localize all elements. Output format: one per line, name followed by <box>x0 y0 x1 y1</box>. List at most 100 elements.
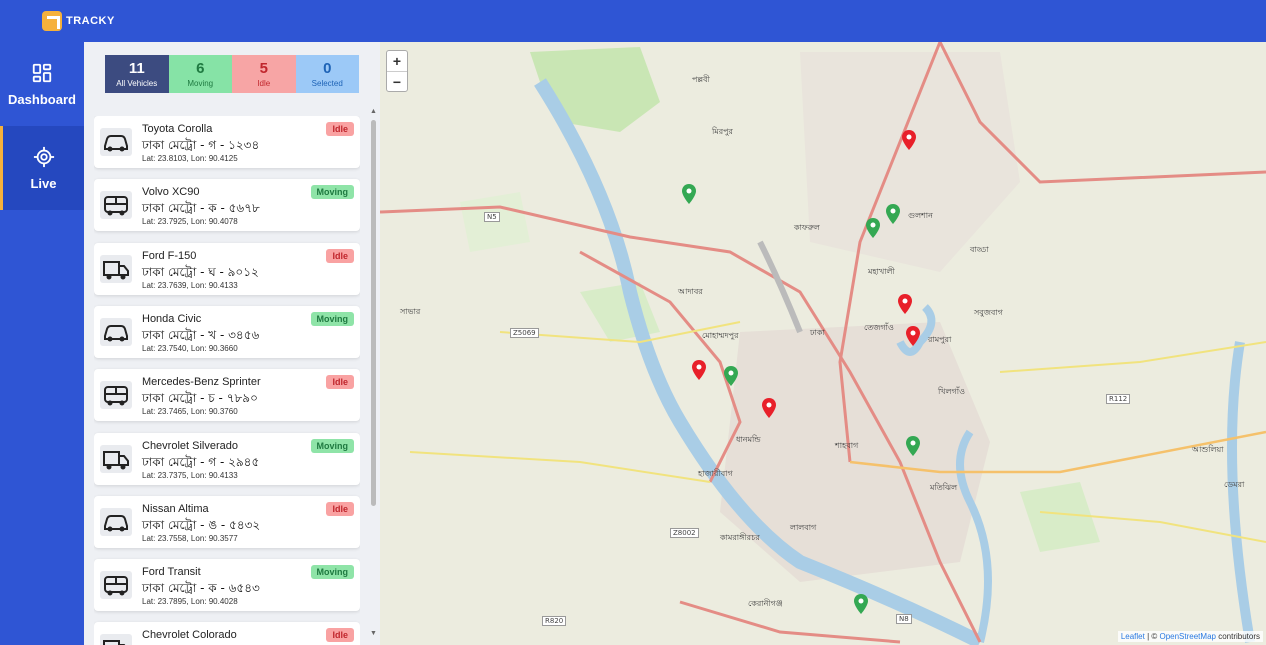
zoom-control: + − <box>386 50 408 92</box>
map-label: মতিঝিল <box>930 483 958 492</box>
map-pin-icon <box>902 130 916 150</box>
filter-idle[interactable]: 5 Idle <box>232 55 296 93</box>
map-pin-icon <box>886 204 900 224</box>
map-label: কামরাঙ্গীরচর <box>720 533 760 542</box>
stat-value: 0 <box>323 59 332 77</box>
vehicle-marker-idle[interactable] <box>906 326 920 346</box>
map-label: হাজারীবাগ <box>698 469 733 478</box>
stat-value: 11 <box>128 59 145 77</box>
zoom-in-button[interactable]: + <box>387 51 407 71</box>
zoom-out-button[interactable]: − <box>387 71 407 91</box>
vehicle-coordinates: Lat: 23.8103, Lon: 90.4125 <box>142 154 238 163</box>
map-label: গুলশান <box>908 211 933 220</box>
vehicle-marker-moving[interactable] <box>866 218 880 238</box>
vehicle-marker-idle[interactable] <box>902 130 916 150</box>
vehicle-coordinates: Lat: 23.7465, Lon: 90.3760 <box>142 407 238 417</box>
vehicle-coordinates: Lat: 23.7375, Lon: 90.4133 <box>142 470 238 480</box>
osm-link[interactable]: OpenStreetMap <box>1159 632 1215 641</box>
vehicle-coordinates: Lat: 23.7925, Lon: 90.4078 <box>142 217 238 227</box>
vehicle-card[interactable]: Chevrolet Silverado ঢাকা মেট্রো - গ - ২৯৪… <box>94 432 360 485</box>
dashboard-grid-icon <box>32 63 52 82</box>
vehicle-stats: 11 All Vehicles 6 Moving 5 Idle 0 Select… <box>105 55 359 93</box>
bus-icon <box>100 381 132 410</box>
car-icon <box>100 317 132 346</box>
vehicle-card[interactable]: Toyota Corolla ঢাকা মেট্রো - গ - ১২৩৪ Lat:… <box>94 116 360 168</box>
vehicle-name: Chevrolet Colorado <box>142 629 237 642</box>
map-label: লালবাগ <box>790 523 817 532</box>
map-pin-icon <box>692 360 706 380</box>
vehicle-marker-idle[interactable] <box>898 294 912 314</box>
filter-selected[interactable]: 0 Selected <box>295 55 359 93</box>
scroll-thumb[interactable] <box>371 120 376 506</box>
map-pin-icon <box>724 366 738 386</box>
sidebar-item-live[interactable]: Live <box>0 126 84 210</box>
vehicle-card[interactable]: Nissan Altima ঢাকা মেট্রো - ঙ - ৫৪৩২ Lat: … <box>94 495 360 548</box>
car-icon <box>100 507 132 536</box>
vehicle-coordinates: Lat: 23.7540, Lon: 90.3660 <box>142 343 238 353</box>
vehicle-marker-idle[interactable] <box>762 398 776 418</box>
map-pin-icon <box>762 398 776 418</box>
stat-value: 5 <box>259 59 268 77</box>
vehicle-name: Nissan Altima <box>142 502 209 515</box>
sidebar-item-label: Live <box>30 175 57 191</box>
filter-all-vehicles[interactable]: 11 All Vehicles <box>105 55 169 93</box>
map-label: মহাখালী <box>868 267 895 276</box>
bus-icon <box>100 571 132 600</box>
status-badge: Moving <box>310 438 354 453</box>
vehicle-marker-moving[interactable] <box>906 436 920 456</box>
status-badge: Idle <box>326 501 354 516</box>
vehicle-list-scrollbar[interactable]: ▲ ▼ <box>370 108 377 638</box>
road-label: R112 <box>1106 394 1131 404</box>
app-logo[interactable]: TRACKY <box>42 11 115 31</box>
status-badge: Idle <box>326 628 354 643</box>
vehicle-name: Toyota Corolla <box>142 123 213 135</box>
stat-value: 6 <box>196 59 205 77</box>
filter-moving[interactable]: 6 Moving <box>168 55 232 93</box>
vehicle-marker-moving[interactable] <box>682 184 696 204</box>
vehicle-card[interactable]: Mercedes-Benz Sprinter ঢাকা মেট্রো - চ - … <box>94 369 360 422</box>
vehicle-name: Chevrolet Silverado <box>142 439 238 452</box>
vehicle-card[interactable]: Ford F-150 ঢাকা মেট্রো - ঘ - ৯০১২ Lat: 23.… <box>94 242 360 295</box>
map-pin-icon <box>898 294 912 314</box>
vehicle-marker-moving[interactable] <box>724 366 738 386</box>
sidebar-item-dashboard[interactable]: Dashboard <box>0 42 84 126</box>
car-icon <box>100 128 132 156</box>
map-label: সবুজবাগ <box>974 308 1003 317</box>
map-label: ডেমরা <box>1224 480 1245 489</box>
vehicle-card[interactable]: Volvo XC90 ঢাকা মেট্রো - ক - ৫৬৭৮ Lat: 23.… <box>94 179 360 232</box>
vehicle-marker-moving[interactable] <box>854 594 868 614</box>
map-attribution: Leaflet | © OpenStreetMap contributors <box>1117 631 1263 642</box>
vehicle-card[interactable]: Ford Transit ঢাকা মেট্রো - ক - ৬৫৪৩ Lat: 2… <box>94 559 360 612</box>
map-label: বাড্ডা <box>970 245 989 254</box>
vehicle-marker-moving[interactable] <box>886 204 900 224</box>
vehicle-marker-idle[interactable] <box>692 360 706 380</box>
status-badge: Idle <box>326 375 354 390</box>
map-label: ঢাকা <box>810 328 825 337</box>
vehicle-card[interactable]: Honda Civic ঢাকা মেট্রো - খ - ৩৪৫৬ Lat: 23… <box>94 305 360 358</box>
leaflet-link[interactable]: Leaflet <box>1121 632 1145 641</box>
map-pin-icon <box>906 326 920 346</box>
road-label: R820 <box>542 616 567 626</box>
logo-arrow-icon <box>42 11 62 31</box>
map-pin-icon <box>906 436 920 456</box>
stat-label: Moving <box>187 78 214 88</box>
map-label: শাহবাগ <box>835 441 859 450</box>
attribution-separator: | © <box>1144 632 1160 641</box>
scroll-down-arrow-icon[interactable]: ▼ <box>370 630 377 638</box>
live-map[interactable]: পল্লবী মিরপুর বাড্ডা ঢাকা শাহবাগ কাফরুল … <box>380 42 1266 645</box>
road-label: Z8002 <box>670 528 699 538</box>
map-pin-icon <box>854 594 868 614</box>
map-label: আদাবর <box>678 287 703 296</box>
attribution-suffix: contributors <box>1215 632 1260 641</box>
scroll-up-arrow-icon[interactable]: ▲ <box>370 108 377 116</box>
vehicle-list[interactable]: Toyota Corolla ঢাকা মেট্রো - গ - ১২৩৪ Lat:… <box>94 116 360 645</box>
vehicle-card[interactable]: Chevrolet Colorado Idle <box>94 622 360 645</box>
road-label: Z5069 <box>510 328 539 338</box>
map-label: পল্লবী <box>692 75 710 84</box>
truck-icon <box>100 254 132 283</box>
stat-label: All Vehicles <box>116 78 158 88</box>
map-pin-icon <box>682 184 696 204</box>
map-label: মিরপুর <box>712 127 733 136</box>
map-label: তেজগাঁও <box>864 323 894 332</box>
top-bar: TRACKY <box>0 0 1266 42</box>
